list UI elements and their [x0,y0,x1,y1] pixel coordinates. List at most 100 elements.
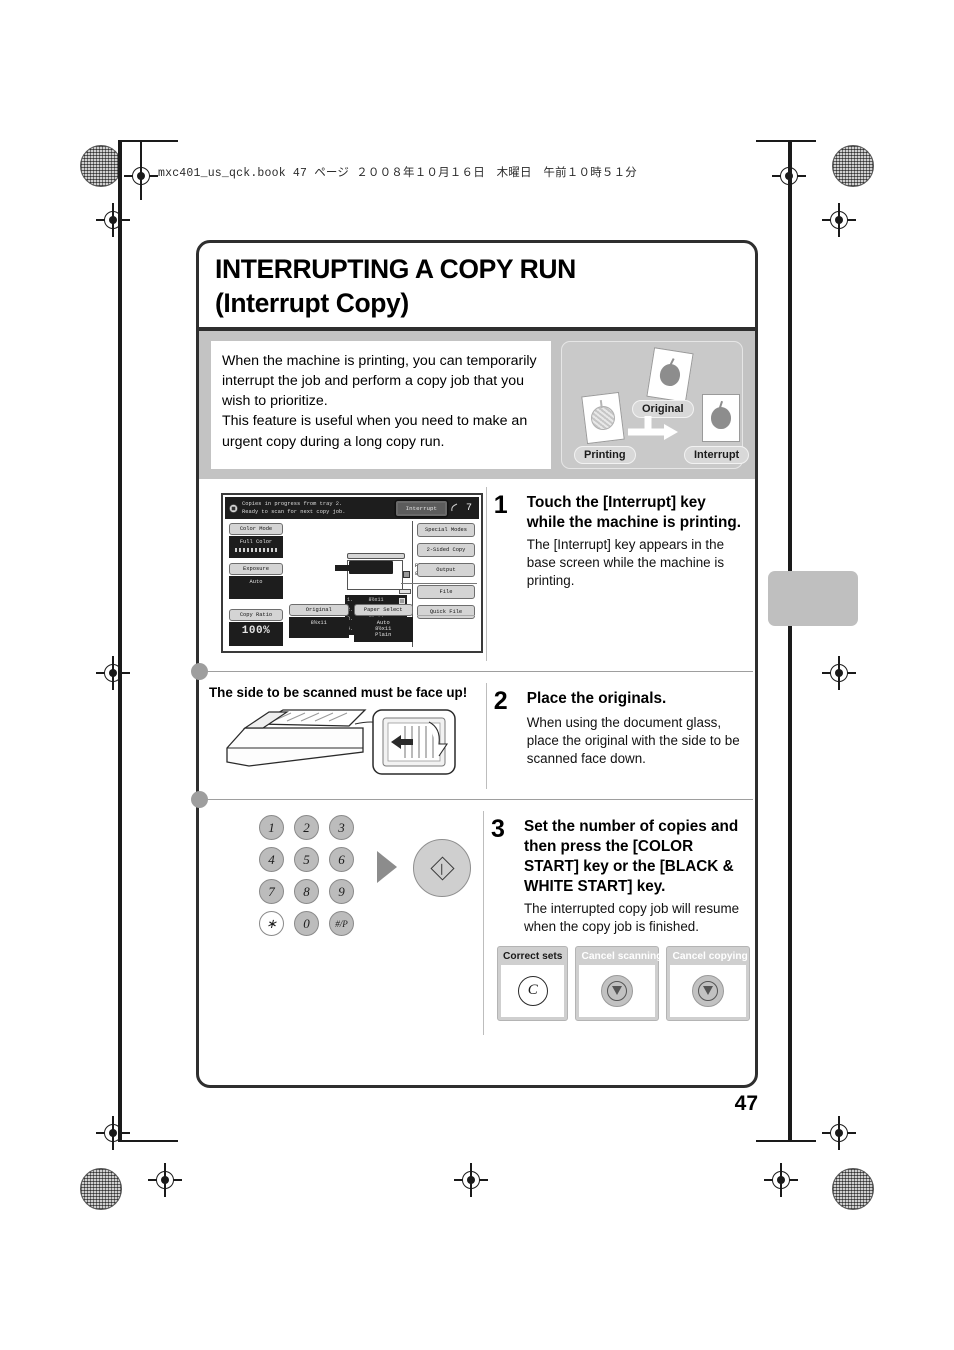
lcd-status-bar: Copies in progress from tray 2. Ready to… [225,497,479,519]
keypad-key-4[interactable]: 4 [259,847,284,872]
lcd-status-line2: Ready to scan for next copy job. [242,509,346,515]
legend-face-cancel-copying [670,964,747,1017]
keypad-key-2[interactable]: 2 [294,815,319,840]
lcd-value-color-mode: Full Color [229,536,283,558]
lcd-original-value: 8½x11 [310,620,327,626]
step-3: 1 2 3 4 5 6 7 8 9 ∗ 0 #/P 3 Set the numb… [199,803,755,1043]
crop-line-top-right-h [756,140,816,142]
registration-mark-bottom-right [764,1163,798,1197]
legend-title-correct-sets: Correct sets [503,950,563,962]
clear-key-icon[interactable]: C [517,975,548,1006]
interrupt-sheet-icon [702,394,740,442]
lcd-key-exposure[interactable]: Exposure [229,563,283,575]
crop-line-top-left-h [118,140,178,142]
lcd-value-exposure: Auto [229,576,283,599]
keypad-row: 1 2 3 [259,815,364,840]
keypad-key-7[interactable]: 7 [259,879,284,904]
lcd-key-2-sided-copy[interactable]: 2-Sided Copy [417,543,475,557]
halftone-mark-bottom-right [832,1168,874,1210]
keypad-key-3[interactable]: 3 [329,815,354,840]
legend-title-cancel-scanning: Cancel scanning [581,950,663,962]
step-1: Copies in progress from tray 2. Ready to… [199,479,755,669]
step-1-text: 1 Touch the [Interrupt] key while the ma… [485,479,755,669]
crop-frame-left [118,140,122,1140]
lcd-color-mode-value: Full Color [239,539,273,545]
keypad-key-hash-p[interactable]: #/P [329,911,354,936]
legend-face-correct-sets: C [501,964,565,1017]
lcd-interrupt-key[interactable]: Interrupt [395,500,447,516]
lcd-key-special-modes[interactable]: Special Modes [417,523,475,537]
keypad-key-1[interactable]: 1 [259,815,284,840]
crop-line-bottom-left-h [118,1140,178,1142]
keypad-key-asterisk[interactable]: ∗ [259,911,284,936]
lcd-value-original: 8½x11 [289,617,349,638]
numeric-keypad: 1 2 3 4 5 6 7 8 9 ∗ 0 #/P [259,815,364,943]
lcd-body: Color Mode Full Color Exposure Auto Copy… [225,519,479,649]
book-imprint-line: mxc401_us_qck.book 47 ページ ２００８年１０月１６日 木曜… [158,167,637,180]
lcd-key-original[interactable]: Original [289,604,349,616]
lcd-key-quick-file[interactable]: Quick File [417,605,475,619]
registration-mark-bottom-center [454,1163,488,1197]
step-1-heading: Touch the [Interrupt] key while the mach… [526,494,741,531]
keypad-key-5[interactable]: 5 [294,847,319,872]
step-3-number: 3 [491,815,505,843]
legend-correct-sets: Correct sets C [497,945,569,1021]
figure-label-interrupt: Interrupt [684,446,750,464]
machine-panel [349,561,393,574]
step-2-illustration: The side to be scanned must be face up! [199,675,486,797]
step-3-body: The interrupted copy job will resume whe… [524,900,740,934]
keypad-row: ∗ 0 #/P [259,911,364,936]
legend-face-cancel-scanning [579,964,656,1017]
step-2-number: 2 [493,687,508,715]
lcd-base-screen: Copies in progress from tray 2. Ready to… [221,493,483,653]
keypad-key-9[interactable]: 9 [329,879,354,904]
halftone-mark-bottom-left [80,1168,122,1210]
step-separator-1 [207,671,753,672]
keypad-row: 7 8 9 [259,879,364,904]
step-2-illustration-note: The side to be scanned must be face up! [209,685,468,700]
step-3-illustration: 1 2 3 4 5 6 7 8 9 ∗ 0 #/P [199,803,483,1043]
printing-sheet-icon [581,391,625,445]
lcd-right-separator [417,615,475,616]
paper-type-icon [403,571,410,578]
lcd-key-paper-select[interactable]: Paper Select [353,604,413,616]
halftone-mark-top-right [832,145,874,187]
printer-status-icon [229,503,238,513]
registration-mark-left [96,203,130,237]
page-title-line2: (Interrupt Copy) [215,287,409,318]
lcd-color-gauge [235,548,277,552]
registration-mark-right [822,203,856,237]
original-sheet-icon [646,347,694,403]
step-2-text: 2 Place the originals. When using the do… [485,675,755,797]
step-3-heading: Set the number of copies and then press … [524,818,739,895]
page-number: 47 [734,1092,758,1115]
keypad-key-0[interactable]: 0 [294,911,319,936]
lcd-key-output[interactable]: Output [417,563,475,577]
lcd-paper-select-cell: Paper Select Auto 8½x11 Plain [353,604,413,647]
start-key[interactable] [413,839,471,897]
keypad-key-6[interactable]: 6 [329,847,354,872]
stop-key-icon[interactable] [601,974,634,1007]
stop-key-icon[interactable] [692,974,725,1007]
content-frame: INTERRUPTING A COPY RUN (Interrupt Copy)… [191,240,758,1088]
step-1-number: 1 [493,491,508,519]
registration-mark-low-left [96,1116,130,1150]
step-separator-2 [207,799,753,800]
feeder-illustration-svg [226,709,456,775]
keypad-key-8[interactable]: 8 [294,879,319,904]
halftone-mark-top-left [80,145,122,187]
lcd-key-file[interactable]: File [417,585,475,599]
step-3-text: 3 Set the number of copies and then pres… [483,803,755,1043]
start-diamond-icon [429,855,455,881]
lcd-paper-value3: Plain [375,632,392,638]
intro-description: When the machine is printing, you can te… [211,341,551,469]
figure-label-printing: Printing [574,446,636,464]
flow-arrow-icon [628,416,678,440]
lcd-exposure-value: Auto [249,579,263,585]
lcd-left-column: Color Mode Full Color Exposure Auto Copy… [229,523,283,651]
lcd-key-copy-ratio[interactable]: Copy Ratio [229,609,283,621]
lcd-key-color-mode[interactable]: Color Mode [229,523,283,535]
machine-feeder [347,553,405,559]
lcd-original-cell: Original 8½x11 [289,604,349,647]
lcd-bottom-row: Original 8½x11 Paper Select Auto 8½x11 P… [289,604,413,647]
